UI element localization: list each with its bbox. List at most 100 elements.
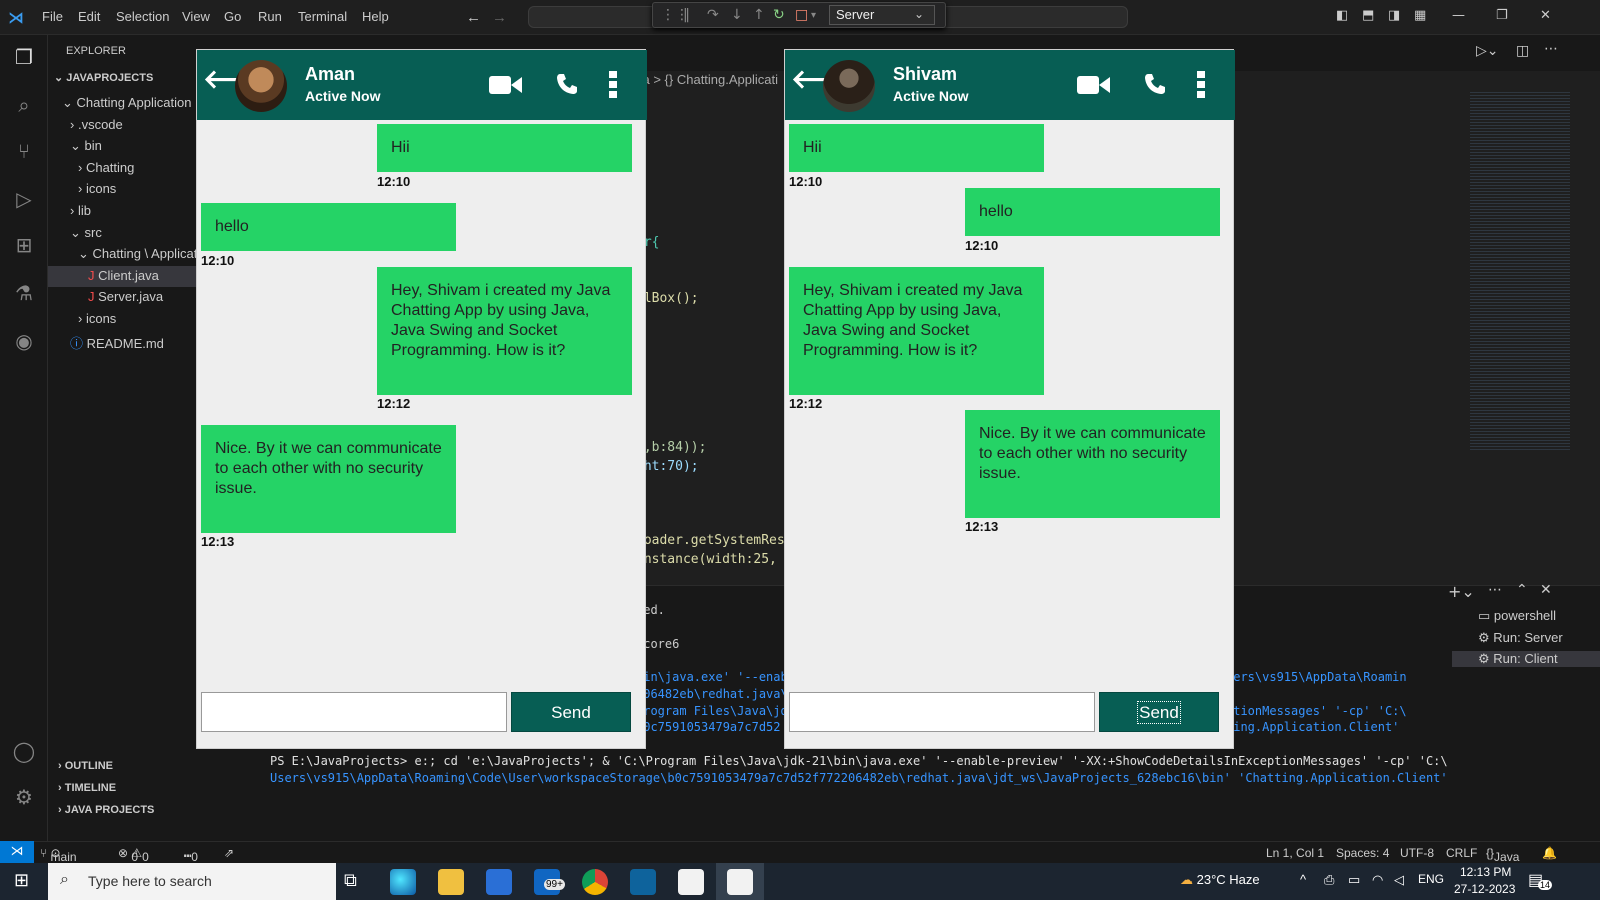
menu-help[interactable]: Help	[362, 9, 389, 24]
language-mode[interactable]: {} Java	[1486, 846, 1519, 864]
account-icon[interactable]: ◯	[12, 739, 36, 763]
terminal-item-server[interactable]: ⚙ Run: Server	[1478, 630, 1563, 646]
menu-terminal[interactable]: Terminal	[298, 9, 347, 24]
warnings-count: 0	[142, 850, 149, 864]
java-app-active-slot[interactable]	[716, 863, 764, 900]
menu-selection[interactable]: Selection	[116, 9, 169, 24]
more-actions-icon[interactable]: ⋯	[1544, 41, 1558, 57]
input-language[interactable]: ENG	[1418, 872, 1444, 886]
ports-indicator[interactable]: ⑉ 0	[184, 846, 198, 864]
source-control-icon[interactable]: ⑂	[12, 139, 36, 163]
extensions-icon[interactable]: ⊞	[12, 233, 36, 257]
message-input[interactable]	[201, 692, 507, 732]
code-line: Loader.getSystemReso	[636, 533, 793, 548]
message-area[interactable]: Hii 12:10 hello 12:10 Hey, Shivam i crea…	[789, 124, 1231, 686]
message-input[interactable]	[789, 692, 1095, 732]
section-outline[interactable]: › OUTLINE	[58, 760, 113, 772]
toggle-panel-icon[interactable]: ⬒	[1362, 8, 1374, 23]
minimize-icon[interactable]: —	[1452, 8, 1465, 23]
encoding[interactable]: UTF-8	[1400, 846, 1434, 860]
maximize-panel-icon[interactable]: ⌃	[1516, 582, 1528, 598]
windows-start-icon[interactable]: ⊞	[14, 870, 29, 891]
customize-layout-icon[interactable]: ▦	[1414, 8, 1426, 23]
store-icon[interactable]	[486, 869, 512, 895]
video-call-icon[interactable]	[1077, 74, 1111, 96]
tray-chevron-icon[interactable]: ^	[1300, 872, 1306, 887]
message-area[interactable]: Hii 12:10 hello 12:10 Hey, Shivam i crea…	[201, 124, 643, 686]
nav-back-icon[interactable]: ←	[466, 9, 481, 26]
file-explorer-icon[interactable]	[438, 869, 464, 895]
send-button[interactable]: Send	[1099, 692, 1219, 732]
section-timeline[interactable]: › TIMELINE	[58, 782, 116, 794]
notifications-bell-icon[interactable]: 🔔	[1542, 846, 1557, 860]
terminal-item-powershell[interactable]: ▭ powershell	[1478, 608, 1556, 624]
run-status-icon[interactable]: ⇗	[224, 846, 234, 860]
toggle-sidebar-icon[interactable]: ◧	[1336, 8, 1348, 23]
avatar	[823, 60, 875, 112]
new-terminal-icon[interactable]: +⌄	[1448, 582, 1475, 601]
indentation[interactable]: Spaces: 4	[1336, 846, 1389, 860]
chevron-icon: ⌄	[62, 95, 77, 110]
pause-icon[interactable]: ‖	[683, 7, 690, 23]
nav-forward-icon[interactable]: →	[492, 9, 507, 26]
menu-file[interactable]: File	[42, 9, 63, 24]
explorer-icon[interactable]: ❐	[12, 45, 36, 69]
run-icon[interactable]: ▷⌄	[1476, 43, 1499, 59]
notification-center-icon[interactable]: ▤ 14	[1528, 870, 1553, 890]
weather-widget[interactable]: ☁ 23°C Haze	[1180, 872, 1260, 888]
close-panel-icon[interactable]: ✕	[1540, 582, 1552, 598]
restore-icon[interactable]: ❐	[1496, 8, 1508, 23]
cursor-position[interactable]: Ln 1, Col 1	[1266, 846, 1324, 860]
problems-indicator[interactable]: ⊗ 0 ⚠ 0	[118, 846, 149, 864]
step-into-icon[interactable]: ↓	[731, 7, 743, 23]
toggle-secondary-sidebar-icon[interactable]: ◨	[1388, 8, 1400, 23]
back-arrow-icon[interactable]: 🡐	[203, 64, 273, 100]
section-java-projects[interactable]: › JAVA PROJECTS	[58, 804, 154, 816]
more-options-icon[interactable]	[1196, 70, 1206, 98]
chevron-down-icon[interactable]: ▾	[811, 10, 816, 21]
github-icon[interactable]: ◉	[12, 329, 36, 353]
meet-now-icon[interactable]: ⎙	[1324, 872, 1334, 888]
clock-date[interactable]: 27-12-2023	[1454, 882, 1515, 896]
task-view-icon[interactable]: ⧉	[344, 870, 357, 891]
close-icon[interactable]: ✕	[1540, 8, 1551, 23]
vscode-taskbar-icon[interactable]	[630, 869, 656, 895]
stop-icon[interactable]: □	[795, 7, 808, 23]
split-editor-icon[interactable]: ◫	[1516, 43, 1529, 59]
terminal-item-client[interactable]: ⚙ Run: Client	[1452, 651, 1600, 667]
menu-view[interactable]: View	[182, 9, 210, 24]
chrome-icon[interactable]	[582, 869, 608, 895]
volume-icon[interactable]: ◁	[1394, 872, 1404, 888]
run-debug-icon[interactable]: ▷	[12, 187, 36, 211]
branch-indicator[interactable]: ⑂ main ⊙	[40, 846, 77, 864]
clock-time[interactable]: 12:13 PM	[1460, 865, 1511, 879]
taskbar-search[interactable]: ⌕ Type here to search	[48, 863, 336, 900]
wifi-icon[interactable]: ◠	[1372, 872, 1383, 888]
phone-call-icon[interactable]	[1143, 72, 1167, 96]
more-actions-icon[interactable]: ⋯	[1488, 582, 1502, 598]
restart-icon[interactable]: ↻	[773, 7, 785, 23]
search-icon[interactable]: ⌕	[12, 93, 36, 117]
more-options-icon[interactable]	[608, 70, 618, 98]
remote-indicator-icon[interactable]: ⋊	[0, 841, 34, 863]
step-out-icon[interactable]: ↑	[753, 7, 765, 23]
tree-root[interactable]: ⌄ JAVAPROJECTS	[54, 71, 153, 84]
breadcrumb[interactable]: va > {} Chatting.Applicati	[636, 72, 778, 87]
minimap[interactable]	[1470, 90, 1570, 450]
video-call-icon[interactable]	[489, 74, 523, 96]
menu-run[interactable]: Run	[258, 9, 282, 24]
edge-icon[interactable]	[390, 869, 416, 895]
phone-call-icon[interactable]	[555, 72, 579, 96]
mail-icon[interactable]: 99+	[534, 869, 565, 895]
settings-gear-icon[interactable]: ⚙	[12, 785, 36, 809]
testing-icon[interactable]: ⚗	[12, 281, 36, 305]
step-over-icon[interactable]: ↷	[707, 7, 719, 23]
menu-edit[interactable]: Edit	[78, 9, 100, 24]
java-app-icon[interactable]	[678, 869, 704, 895]
send-button[interactable]: Send	[511, 692, 631, 732]
menu-go[interactable]: Go	[224, 9, 241, 24]
line-ending[interactable]: CRLF	[1446, 846, 1477, 860]
debug-config-select[interactable]: Server ⌄	[829, 5, 935, 25]
back-arrow-icon[interactable]: 🡐	[791, 64, 861, 100]
battery-icon[interactable]: ▭	[1348, 872, 1360, 888]
